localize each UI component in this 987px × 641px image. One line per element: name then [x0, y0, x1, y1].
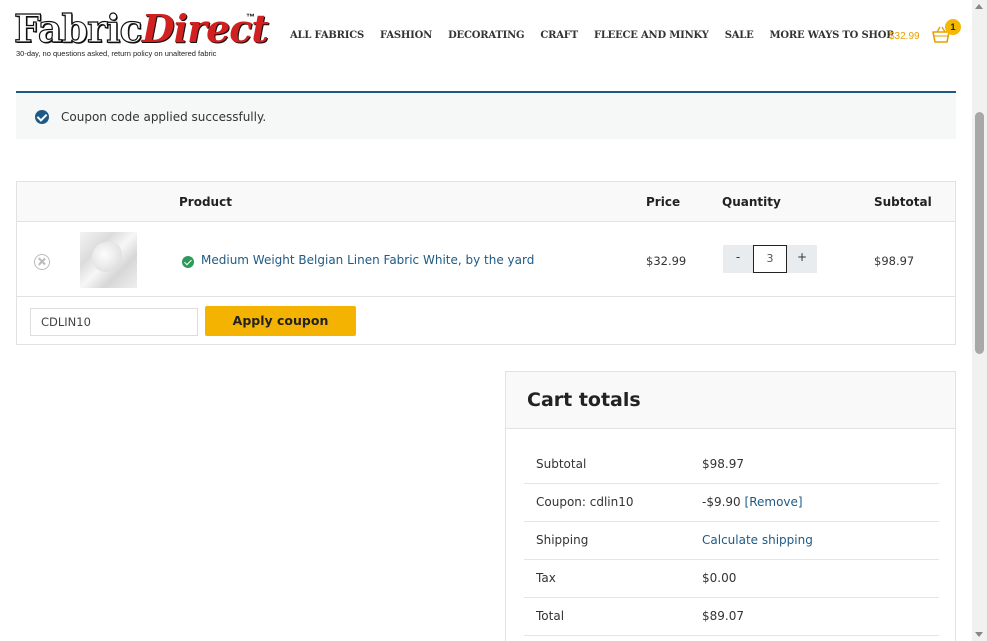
- total-value: $89.07: [702, 609, 744, 623]
- totals-row-shipping: Shipping Calculate shipping: [524, 522, 939, 560]
- item-price: $32.99: [646, 254, 687, 268]
- fabricdirect-logo[interactable]: FabricDirect ™ 30-day, no questions aske…: [13, 7, 269, 62]
- header-quantity: Quantity: [722, 195, 781, 209]
- header-product: Product: [179, 195, 232, 209]
- calculate-shipping-link[interactable]: Calculate shipping: [702, 533, 813, 547]
- tax-label: Tax: [536, 571, 556, 585]
- header-cart-total[interactable]: $32.99: [889, 31, 920, 42]
- scroll-up-arrow-icon[interactable]: [975, 4, 983, 9]
- totals-row-total: Total $89.07: [524, 598, 939, 636]
- coupon-discount-value: -$9.90: [702, 495, 741, 509]
- shipping-label: Shipping: [536, 533, 589, 547]
- coupon-discount: -$9.90 [Remove]: [702, 495, 803, 509]
- qty-decrease-button[interactable]: -: [723, 250, 753, 264]
- cart-totals-title: Cart totals: [527, 389, 641, 411]
- site-header: FabricDirect ™ 30-day, no questions aske…: [0, 0, 972, 72]
- cart-totals-panel: Cart totals Subtotal $98.97 Coupon: cdli…: [505, 371, 956, 641]
- page-scrollbar[interactable]: [972, 0, 987, 641]
- item-subtotal: $98.97: [874, 254, 915, 268]
- header-price: Price: [646, 195, 681, 209]
- notice-message: Coupon code applied successfully.: [61, 110, 267, 124]
- product-name-link[interactable]: Medium Weight Belgian Linen Fabric White…: [201, 253, 534, 267]
- total-label: Total: [536, 609, 565, 623]
- logo-wordmark: FabricDirect: [13, 6, 269, 51]
- nav-fashion[interactable]: FASHION: [380, 30, 432, 41]
- check-circle-icon: [35, 110, 49, 124]
- coupon-success-notice: Coupon code applied successfully.: [16, 91, 956, 139]
- scrollbar-thumb[interactable]: [975, 112, 984, 354]
- nav-sale[interactable]: SALE: [725, 30, 754, 41]
- cart-count-badge: 1: [945, 19, 961, 35]
- quantity-input[interactable]: 3: [753, 245, 787, 273]
- in-stock-check-icon: [182, 256, 194, 268]
- quantity-stepper: - 3 +: [723, 245, 817, 273]
- subtotal-label: Subtotal: [536, 457, 587, 471]
- totals-row-coupon: Coupon: cdlin10 -$9.90 [Remove]: [524, 484, 939, 522]
- nav-craft[interactable]: CRAFT: [540, 30, 578, 41]
- nav-decorating[interactable]: DECORATING: [448, 30, 524, 41]
- nav-all-fabrics[interactable]: ALL FABRICS: [290, 30, 364, 41]
- logo-trademark: ™: [246, 12, 255, 22]
- coupon-label: Coupon: cdlin10: [536, 495, 634, 509]
- tax-value: $0.00: [702, 571, 737, 585]
- qty-increase-button[interactable]: +: [787, 250, 817, 264]
- header-subtotal: Subtotal: [874, 195, 932, 209]
- cart-item-row: Medium Weight Belgian Linen Fabric White…: [17, 222, 955, 297]
- main-nav: ALL FABRICS FASHION DECORATING CRAFT FLE…: [290, 30, 910, 41]
- apply-coupon-button[interactable]: Apply coupon: [205, 306, 356, 336]
- totals-row-tax: Tax $0.00: [524, 560, 939, 598]
- remove-coupon-link[interactable]: [Remove]: [745, 495, 803, 509]
- cart-totals-header: Cart totals: [506, 372, 955, 429]
- remove-item-icon[interactable]: [34, 254, 50, 270]
- nav-more-ways-to-shop[interactable]: MORE WAYS TO SHOP: [770, 30, 894, 41]
- logo-tagline: 30-day, no questions asked, return polic…: [16, 49, 217, 58]
- totals-row-subtotal: Subtotal $98.97: [524, 446, 939, 484]
- cart-table-header: Product Price Quantity Subtotal: [17, 182, 955, 222]
- nav-fleece-and-minky[interactable]: FLEECE AND MINKY: [594, 30, 709, 41]
- cart-table: Product Price Quantity Subtotal Medium W…: [16, 181, 956, 345]
- scroll-down-arrow-icon[interactable]: [975, 632, 983, 637]
- product-thumbnail[interactable]: [80, 232, 137, 288]
- logo-fabric-text: Fabric: [13, 6, 143, 51]
- coupon-code-input[interactable]: CDLIN10: [30, 308, 198, 336]
- subtotal-value: $98.97: [702, 457, 744, 471]
